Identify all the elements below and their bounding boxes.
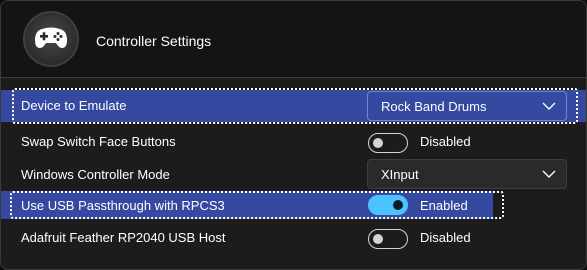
usb-passthrough-toggle[interactable] bbox=[368, 195, 408, 215]
gamepad-icon bbox=[23, 11, 79, 67]
adafruit-feather-usb-host-toggle[interactable] bbox=[368, 229, 408, 249]
swap-switch-face-buttons-toggle[interactable] bbox=[368, 133, 408, 153]
windows-controller-mode-select[interactable]: XInput bbox=[367, 159, 567, 189]
select-value: XInput bbox=[381, 167, 419, 182]
setting-label: Swap Switch Face Buttons bbox=[21, 134, 176, 149]
setting-label: Use USB Passthrough with RPCS3 bbox=[21, 198, 225, 213]
chevron-down-icon bbox=[542, 170, 556, 178]
controller-settings-window: Controller Settings Device to Emulate Ro… bbox=[0, 0, 587, 270]
chevron-down-icon bbox=[542, 102, 556, 110]
setting-label: Windows Controller Mode bbox=[21, 167, 170, 182]
toggle-state-label: Enabled bbox=[420, 198, 468, 213]
setting-label: Device to Emulate bbox=[21, 98, 127, 113]
setting-label: Adafruit Feather RP2040 USB Host bbox=[21, 230, 226, 245]
setting-row-adafruit-feather-usb-host: Adafruit Feather RP2040 USB Host Disable… bbox=[1, 222, 586, 254]
setting-row-swap-switch-face-buttons: Swap Switch Face Buttons Disabled bbox=[1, 126, 586, 158]
device-to-emulate-select[interactable]: Rock Band Drums bbox=[367, 91, 567, 121]
setting-row-usb-passthrough[interactable]: Use USB Passthrough with RPCS3 Enabled bbox=[1, 191, 493, 219]
toggle-state-label: Disabled bbox=[420, 134, 471, 149]
header: Controller Settings bbox=[1, 1, 586, 78]
setting-row-windows-controller-mode: Windows Controller Mode XInput bbox=[1, 159, 586, 191]
select-value: Rock Band Drums bbox=[381, 99, 487, 114]
setting-row-device-to-emulate[interactable]: Device to Emulate Rock Band Drums bbox=[1, 90, 586, 122]
page-title: Controller Settings bbox=[96, 33, 212, 49]
toggle-state-label: Disabled bbox=[420, 230, 471, 245]
